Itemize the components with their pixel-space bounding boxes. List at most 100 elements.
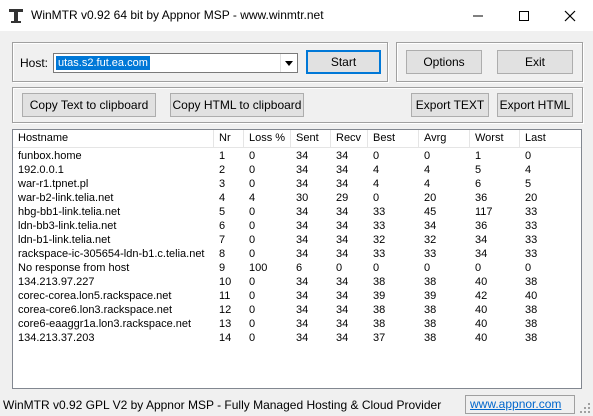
results-table[interactable]: Hostname Nr Loss % Sent Recv Best Avrg W… — [12, 129, 582, 389]
cell-nr: 4 — [219, 192, 226, 204]
host-combobox[interactable]: utas.s2.fut.ea.com — [53, 53, 298, 73]
copy-html-button[interactable]: Copy HTML to clipboard — [170, 93, 304, 117]
cell-avrg: 38 — [424, 318, 437, 330]
cell-last: 5 — [525, 178, 532, 190]
title-bar[interactable]: WinMTR v0.92 64 bit by Appnor MSP - www.… — [0, 0, 593, 31]
cell-last: 38 — [525, 276, 538, 288]
cell-avrg: 0 — [424, 262, 431, 274]
export-text-button[interactable]: Export TEXT — [411, 93, 489, 117]
cell-recv: 34 — [336, 318, 349, 330]
cell-loss: 4 — [249, 192, 256, 204]
cell-last: 33 — [525, 234, 538, 246]
minimize-icon — [473, 15, 483, 16]
column-header-sent[interactable]: Sent — [291, 130, 331, 147]
cell-sent: 30 — [296, 192, 309, 204]
cell-recv: 34 — [336, 150, 349, 162]
column-header-hostname[interactable]: Hostname — [13, 130, 214, 147]
export-html-button[interactable]: Export HTML — [497, 93, 573, 117]
cell-nr: 12 — [219, 304, 232, 316]
table-row[interactable]: 134.213.97.227 10 0 34 34 38 38 40 38 — [13, 275, 581, 289]
cell-best: 39 — [373, 290, 386, 302]
cell-loss: 0 — [249, 206, 256, 218]
cell-loss: 0 — [249, 248, 256, 260]
cell-avrg: 20 — [424, 192, 437, 204]
cell-last: 40 — [525, 290, 538, 302]
column-header-recv[interactable]: Recv — [331, 130, 368, 147]
cell-avrg: 45 — [424, 206, 437, 218]
resize-grip-icon[interactable] — [578, 401, 591, 414]
column-header-loss[interactable]: Loss % — [244, 130, 291, 147]
cell-last: 38 — [525, 332, 538, 344]
cell-last: 33 — [525, 248, 538, 260]
cell-best: 0 — [373, 262, 380, 274]
close-button[interactable] — [547, 0, 593, 31]
cell-worst: 40 — [475, 332, 488, 344]
cell-loss: 0 — [249, 332, 256, 344]
table-row[interactable]: hbg-bb1-link.telia.net 5 0 34 34 33 45 117 33 — [13, 205, 581, 219]
cell-avrg: 38 — [424, 332, 437, 344]
cell-loss: 0 — [249, 318, 256, 330]
appnor-link[interactable]: www.appnor.com — [465, 395, 575, 414]
column-header-last[interactable]: Last — [520, 130, 581, 147]
cell-hostname: hbg-bb1-link.telia.net — [18, 206, 121, 218]
cell-worst: 5 — [475, 164, 482, 176]
column-header-nr[interactable]: Nr — [214, 130, 244, 147]
maximize-button[interactable] — [501, 0, 547, 31]
exit-button[interactable]: Exit — [497, 50, 573, 74]
table-row[interactable]: No response from host 9 100 6 0 0 0 0 0 — [13, 261, 581, 275]
table-row[interactable]: corec-corea.lon5.rackspace.net 11 0 34 34 39 3… — [13, 289, 581, 303]
cell-recv: 34 — [336, 332, 349, 344]
cell-recv: 29 — [336, 192, 349, 204]
host-value[interactable]: utas.s2.fut.ea.com — [56, 56, 150, 70]
cell-best: 4 — [373, 178, 380, 190]
table-row[interactable]: war-r1.tpnet.pl 3 0 34 34 4 4 6 5 — [13, 177, 581, 191]
column-header-avrg[interactable]: Avrg — [419, 130, 470, 147]
table-row[interactable]: rackspace-ic-305654-ldn-b1.c.telia.net 8 0… — [13, 247, 581, 261]
cell-loss: 0 — [249, 178, 256, 190]
table-row[interactable]: ldn-bb3-link.telia.net 6 0 34 34 33 34 36 33 — [13, 219, 581, 233]
cell-nr: 8 — [219, 248, 226, 260]
minimize-button[interactable] — [455, 0, 501, 31]
table-row[interactable]: 192.0.0.1 2 0 34 34 4 4 5 4 — [13, 163, 581, 177]
cell-sent: 34 — [296, 234, 309, 246]
close-icon — [564, 10, 576, 21]
cell-loss: 0 — [249, 150, 256, 162]
chevron-down-icon — [285, 60, 293, 66]
cell-best: 38 — [373, 276, 386, 288]
cell-hostname: corec-corea.lon5.rackspace.net — [18, 290, 172, 302]
cell-worst: 0 — [475, 262, 482, 274]
cell-sent: 34 — [296, 248, 309, 260]
cell-nr: 13 — [219, 318, 232, 330]
cell-sent: 34 — [296, 276, 309, 288]
cell-sent: 34 — [296, 290, 309, 302]
start-button[interactable]: Start — [306, 50, 381, 74]
cell-worst: 40 — [475, 318, 488, 330]
column-header-worst[interactable]: Worst — [470, 130, 520, 147]
cell-last: 33 — [525, 220, 538, 232]
cell-best: 0 — [373, 150, 380, 162]
cell-worst: 40 — [475, 304, 488, 316]
table-row[interactable]: 134.213.37.203 14 0 34 34 37 38 40 38 — [13, 331, 581, 345]
options-button[interactable]: Options — [406, 50, 482, 74]
cell-loss: 0 — [249, 304, 256, 316]
cell-loss: 100 — [249, 262, 268, 274]
copy-text-button[interactable]: Copy Text to clipboard — [22, 93, 156, 117]
cell-worst: 36 — [475, 220, 488, 232]
table-row[interactable]: war-b2-link.telia.net 4 4 30 29 0 20 36 20 — [13, 191, 581, 205]
table-row[interactable]: ldn-b1-link.telia.net 7 0 34 34 32 32 34 33 — [13, 233, 581, 247]
table-row[interactable]: core6-eaaggr1a.lon3.rackspace.net 13 0 34 34… — [13, 317, 581, 331]
cell-hostname: No response from host — [18, 262, 130, 274]
cell-avrg: 32 — [424, 234, 437, 246]
host-label: Host: — [20, 56, 49, 70]
cell-recv: 34 — [336, 234, 349, 246]
cell-hostname: corea-core6.lon3.rackspace.net — [18, 304, 173, 316]
cell-sent: 34 — [296, 304, 309, 316]
cell-recv: 34 — [336, 178, 349, 190]
cell-sent: 34 — [296, 164, 309, 176]
cell-hostname: ldn-bb3-link.telia.net — [18, 220, 117, 232]
combo-dropdown-button[interactable] — [280, 54, 297, 72]
column-header-best[interactable]: Best — [368, 130, 419, 147]
cell-avrg: 38 — [424, 304, 437, 316]
table-row[interactable]: funbox.home 1 0 34 34 0 0 1 0 — [13, 149, 581, 163]
table-row[interactable]: corea-core6.lon3.rackspace.net 12 0 34 34 38 3… — [13, 303, 581, 317]
